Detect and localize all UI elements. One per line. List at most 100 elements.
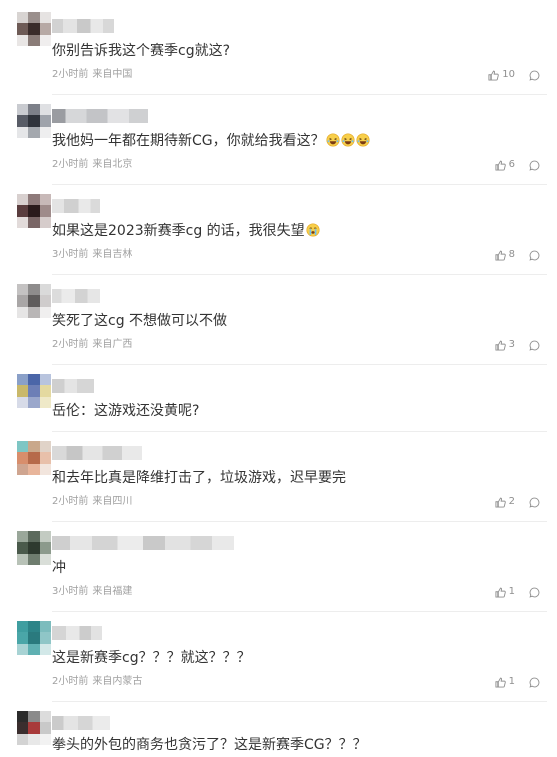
comment-item: 岳伦：这游戏还没黄呢? — [0, 365, 557, 432]
avatar[interactable] — [17, 194, 51, 228]
like-count: 2 — [508, 496, 515, 507]
avatar-tile — [28, 553, 40, 565]
meta-left: 3小时前 来自福建 — [52, 584, 136, 600]
username-redacted[interactable] — [52, 379, 94, 393]
avatar-tile — [39, 643, 51, 655]
comment-text: 笑死了这cg 不想做可以不做 — [52, 309, 540, 333]
avatar[interactable] — [17, 441, 51, 475]
comment-text-content: 我他妈一年都在期待新CG，你就给我看这？ — [52, 133, 325, 149]
avatar-tile — [39, 205, 51, 217]
avatar-tile — [39, 632, 51, 644]
thumbs-up-icon — [495, 250, 506, 261]
avatar-tile — [39, 126, 51, 138]
reply-button[interactable] — [529, 70, 540, 81]
comment-text: 和去年比真是降维打击了，垃圾游戏，迟早要完 — [52, 466, 540, 490]
like-count: 3 — [508, 339, 515, 350]
comment-meta: 2小时前 来自内蒙古 1 — [52, 674, 540, 690]
avatar[interactable] — [17, 374, 51, 408]
avatar-tile — [17, 643, 29, 655]
like-button[interactable]: 3 — [495, 337, 515, 353]
avatar-tile — [28, 115, 40, 127]
like-count: 6 — [508, 159, 515, 170]
username-redacted[interactable] — [52, 109, 148, 123]
meta-left: 2小时前 来自北京 — [52, 157, 136, 173]
avatar-tile — [28, 452, 40, 464]
username-redacted[interactable] — [52, 626, 102, 640]
avatar-tile — [39, 216, 51, 228]
avatar-tile — [39, 194, 51, 206]
comment-time: 3小时前 — [52, 249, 89, 260]
comment-location: 来自吉林 — [92, 249, 133, 260]
reply-button[interactable] — [529, 587, 540, 598]
comment-text: 这是新赛季cg？？？就这？？？ — [52, 646, 540, 670]
avatar[interactable] — [17, 12, 51, 46]
comment-meta: 2小时前 来自中国 10 — [52, 67, 540, 83]
avatar[interactable] — [17, 531, 51, 565]
avatar-tile — [39, 34, 51, 46]
username-redacted[interactable] — [52, 19, 114, 33]
avatar[interactable] — [17, 621, 51, 655]
avatar-tile — [17, 441, 29, 453]
avatar-tile — [17, 374, 29, 386]
reply-button[interactable] — [529, 250, 540, 261]
comment-item: 拳头的外包的商务也贪污了？这是新赛季CG？？？ — [0, 702, 557, 755]
comment-text: 岳伦：这游戏还没黄呢? — [52, 399, 540, 423]
comment-body: 笑死了这cg 不想做可以不做 2小时前 来自广西 3 — [52, 275, 547, 365]
meta-left: 3小时前 来自吉林 — [52, 247, 136, 263]
comment-meta: 3小时前 来自吉林 8 — [52, 247, 540, 263]
comment-list: 你别告诉我这个赛季cg就这? 2小时前 来自中国 10 我他妈一年都在期待新CG… — [0, 0, 557, 757]
username-redacted[interactable] — [52, 446, 142, 460]
comment-meta: 2小时前 来自北京 6 — [52, 157, 540, 173]
username-redacted[interactable] — [52, 716, 110, 730]
avatar[interactable] — [17, 284, 51, 318]
comment-text-content: 拳头的外包的商务也贪污了？这是新赛季CG？？？ — [52, 737, 367, 753]
comment-item: 你别告诉我这个赛季cg就这? 2小时前 来自中国 10 — [0, 0, 557, 95]
like-button[interactable]: 10 — [488, 67, 515, 83]
avatar[interactable] — [17, 104, 51, 138]
username-redacted[interactable] — [52, 536, 234, 550]
avatar-tile — [28, 632, 40, 644]
reply-button[interactable] — [529, 677, 540, 688]
avatar-tile — [28, 711, 40, 723]
username-redacted[interactable] — [52, 289, 100, 303]
like-button[interactable]: 1 — [495, 584, 515, 600]
comment-actions: 6 — [495, 157, 540, 173]
avatar-tile — [17, 722, 29, 734]
comment-body: 和去年比真是降维打击了，垃圾游戏，迟早要完 2小时前 来自四川 2 — [52, 432, 547, 522]
reply-button[interactable] — [529, 340, 540, 351]
like-button[interactable]: 2 — [495, 494, 515, 510]
comment-icon — [529, 340, 540, 351]
comment-time: 2小时前 — [52, 676, 89, 687]
comment-location: 来自四川 — [92, 496, 133, 507]
comment-body: 这是新赛季cg？？？就这？？？ 2小时前 来自内蒙古 1 — [52, 612, 547, 702]
username-redacted[interactable] — [52, 199, 100, 213]
avatar-tile — [28, 621, 40, 633]
avatar-tile — [39, 23, 51, 35]
comment-time: 2小时前 — [52, 339, 89, 350]
avatar[interactable] — [17, 711, 51, 745]
like-button[interactable]: 1 — [495, 674, 515, 690]
avatar-tile — [17, 463, 29, 475]
comment-icon — [529, 677, 540, 688]
like-button[interactable]: 6 — [495, 157, 515, 173]
avatar-tile — [28, 374, 40, 386]
reply-button[interactable] — [529, 160, 540, 171]
username-row — [52, 376, 540, 396]
avatar-tile — [17, 12, 29, 24]
avatar-tile — [28, 126, 40, 138]
avatar-tile — [28, 441, 40, 453]
avatar-tile — [17, 553, 29, 565]
username-row — [52, 196, 540, 216]
thumbs-up-icon — [495, 340, 506, 351]
username-row — [52, 713, 540, 733]
avatar-tile — [39, 374, 51, 386]
avatar-tile — [39, 12, 51, 24]
meta-left: 2小时前 来自中国 — [52, 67, 136, 83]
comment-time: 2小时前 — [52, 69, 89, 80]
like-button[interactable]: 8 — [495, 247, 515, 263]
username-row — [52, 16, 540, 36]
comment-item: 如果这是2023新赛季cg 的话，我很失望 3小时前 来自吉林 8 — [0, 185, 557, 275]
reply-button[interactable] — [529, 497, 540, 508]
comment-actions: 1 — [495, 674, 540, 690]
comment-actions: 10 — [488, 67, 540, 83]
